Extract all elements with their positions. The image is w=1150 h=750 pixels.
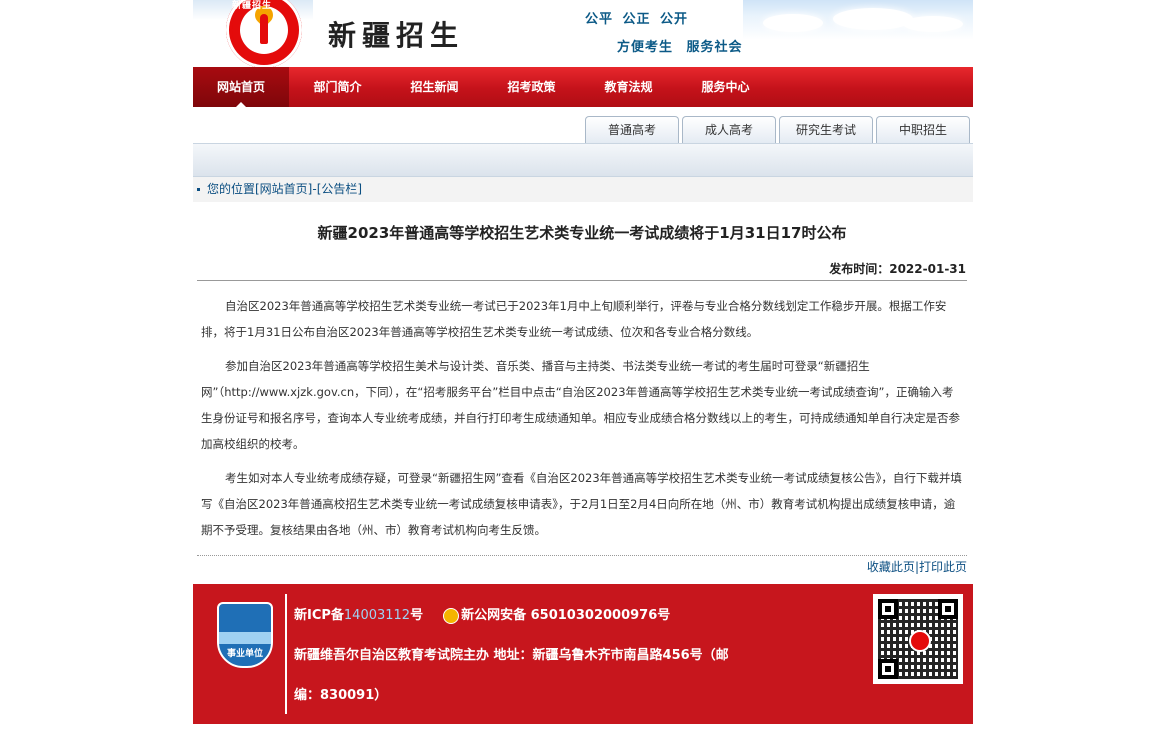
article-paragraph-1: 自治区2023年普通高等学校招生艺术类专业统一考试已于2023年1月中上旬顺利举… — [201, 299, 947, 339]
footer-registration-line: 新ICP备14003112号 新公网安备 65010302000976号 — [294, 604, 670, 624]
site-logo[interactable]: 新疆招生 — [226, 0, 302, 67]
icp-number-link[interactable]: 14003112 — [344, 608, 410, 623]
qr-code-icon — [873, 594, 963, 684]
nav-item-service[interactable]: 服务中心 — [677, 67, 774, 107]
print-link[interactable]: 打印此页 — [919, 560, 967, 574]
site-title: 新疆招生 — [328, 19, 465, 52]
sky-decoration-right — [743, 0, 973, 40]
police-badge-icon — [443, 607, 460, 624]
nav-item-home[interactable]: 网站首页 — [193, 67, 289, 107]
article-title: 新疆2023年普通高等学校招生艺术类专业统一考试成绩将于1月31日17时公布 — [317, 224, 847, 242]
torch-icon — [260, 14, 268, 44]
icp-suffix: 号 — [410, 608, 424, 623]
police-record-link[interactable]: 新公网安备 65010302000976号 — [461, 608, 670, 623]
public-institution-badge-icon[interactable]: 事业单位 — [217, 602, 273, 668]
article-actions: 收藏此页|打印此页 — [197, 555, 967, 580]
blue-bar — [193, 144, 973, 177]
page-wrapper: 新疆招生 新疆招生 公平 公正 公开 方便考生 服务社会 网站首页 部门简介 招… — [193, 0, 973, 724]
slogan-line1: 公平 公正 公开 — [585, 12, 689, 27]
slogan-line2: 方便考生 服务社会 — [617, 40, 743, 55]
publish-time: 发布时间：2022-01-31 — [197, 260, 967, 281]
footer-divider — [285, 594, 287, 714]
publish-label: 发布时间： — [829, 262, 890, 276]
footer-zip-line: 编：830091） — [294, 688, 388, 703]
site-footer: 事业单位 新ICP备14003112号 新公网安备 65010302000976号… — [193, 584, 973, 724]
article-paragraph-3: 考生如对本人专业统考成绩存疑，可登录“新疆招生网”查看《自治区2023年普通高等… — [201, 471, 962, 537]
nav-item-news[interactable]: 招生新闻 — [386, 67, 483, 107]
breadcrumb: 您的位置[网站首页]-[公告栏] — [193, 177, 973, 202]
tab-graduate-exam[interactable]: 研究生考试 — [779, 116, 873, 143]
exam-tabs: 普通高考 成人高考 研究生考试 中职招生 — [193, 107, 973, 144]
tab-regular-exam[interactable]: 普通高考 — [585, 116, 679, 143]
tab-vocational[interactable]: 中职招生 — [876, 116, 970, 143]
favorite-link[interactable]: 收藏此页 — [867, 560, 915, 574]
nav-item-policy[interactable]: 招考政策 — [483, 67, 580, 107]
icp-prefix: 新ICP备 — [294, 608, 344, 623]
nav-item-laws[interactable]: 教育法规 — [580, 67, 677, 107]
nav-item-about[interactable]: 部门简介 — [289, 67, 386, 107]
tab-adult-exam[interactable]: 成人高考 — [682, 116, 776, 143]
bullet-icon — [197, 188, 200, 191]
logo-text: 新疆招生 — [232, 1, 273, 11]
footer-host-line: 新疆维吾尔自治区教育考试院主办 地址：新疆乌鲁木齐市南昌路456号（邮 — [294, 648, 729, 663]
breadcrumb-text[interactable]: 您的位置[网站首页]-[公告栏] — [207, 182, 362, 196]
site-header: 新疆招生 新疆招生 公平 公正 公开 方便考生 服务社会 — [193, 0, 973, 67]
article-paragraph-2: 参加自治区2023年普通高等学校招生美术与设计类、音乐类、播音与主持类、书法类专… — [201, 359, 960, 451]
main-nav: 网站首页 部门简介 招生新闻 招考政策 教育法规 服务中心 — [193, 67, 973, 107]
article: 新疆2023年普通高等学校招生艺术类专业统一考试成绩将于1月31日17时公布 发… — [193, 222, 973, 580]
badge-text: 事业单位 — [226, 649, 263, 659]
publish-date: 2022-01-31 — [889, 262, 966, 276]
